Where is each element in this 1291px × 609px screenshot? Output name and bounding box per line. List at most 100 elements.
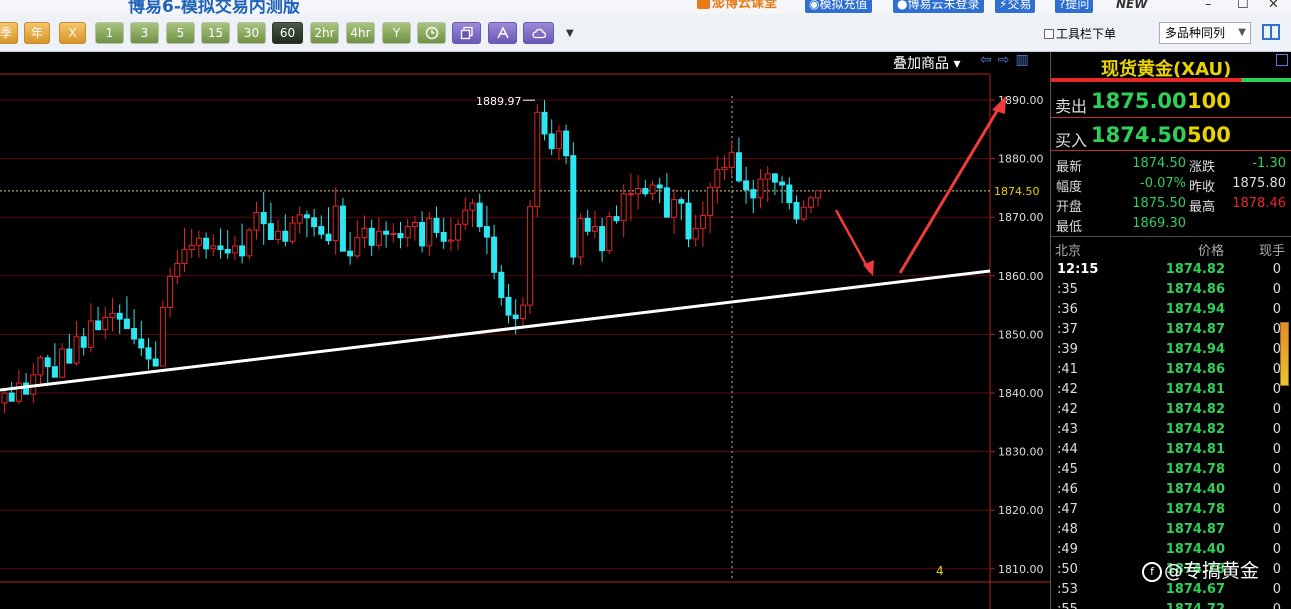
period-5-button[interactable]: 5 [166, 22, 195, 44]
chart-canvas[interactable]: 1810.00 1820.00 1830.00 1840.00 1850.00 1860.… [0, 52, 1050, 609]
candle-up [635, 187, 642, 195]
chart-nav: ⇦ ⇨ ▥ [980, 52, 1035, 68]
layout-select[interactable]: 多品种同列 ▼ [1159, 22, 1251, 44]
period-4hr-button[interactable]: 4hr [346, 22, 375, 44]
open-label: 开盘 [1056, 200, 1083, 215]
tick-price: 1874.86 [1165, 282, 1225, 297]
maximize-button[interactable]: ☐ [1237, 0, 1249, 12]
candle-up [375, 230, 382, 246]
candle-down [663, 187, 670, 218]
tick-price: 1874.78 [1165, 502, 1225, 517]
candle-down [541, 111, 548, 135]
more-tools-dropdown[interactable]: ▼ [566, 28, 574, 39]
cloud-sync-button[interactable] [523, 22, 554, 44]
period-season-button[interactable]: 季 [0, 22, 18, 44]
candle-down [66, 348, 73, 364]
user-icon: ● [897, 0, 908, 11]
candle-up [577, 217, 584, 258]
tick-volume: 0 [1272, 262, 1281, 277]
period-60-button[interactable]: 60 [272, 22, 303, 44]
buy-row[interactable]: 买入 1874.50 500 [1051, 121, 1291, 153]
candle-down [613, 216, 620, 222]
tick-price: 1874.82 [1165, 402, 1225, 417]
change-value: -1.30 [1252, 156, 1286, 171]
y-tick-label: 1830.00 [998, 446, 1044, 459]
candle-down [476, 202, 483, 228]
period-30-button[interactable]: 30 [237, 22, 266, 44]
copy-window-button[interactable] [452, 22, 481, 44]
candle-up [714, 169, 721, 188]
panel-layout-icon[interactable] [1262, 24, 1280, 40]
candle-down [368, 227, 375, 246]
candle-up [426, 217, 433, 247]
divider [1051, 150, 1291, 151]
tick-row: :48 1874.87 0 [1051, 522, 1281, 542]
clock-button[interactable] [417, 22, 446, 44]
y-tick-label: 1850.00 [998, 328, 1044, 341]
candle-up [102, 316, 109, 331]
ticks-header: 北京 价格 现手 [1051, 240, 1291, 259]
period-year-button[interactable]: 年 [24, 22, 50, 44]
course-link-label: 澎博云课堂 [712, 0, 778, 11]
close-button[interactable]: ✕ [1268, 0, 1279, 12]
candle-down [131, 328, 138, 340]
recharge-button[interactable]: ◉模拟充值 [805, 0, 872, 13]
ticks-time-header: 北京 [1055, 244, 1082, 259]
tick-volume: 0 [1272, 542, 1281, 557]
toolbar-order-checkbox[interactable]: 工具栏下单 [1044, 25, 1116, 42]
cloud-login-button[interactable]: ●博易云未登录 [893, 0, 984, 13]
candle-up [671, 199, 678, 218]
tick-price: 1874.94 [1165, 302, 1225, 317]
range-value: -0.07% [1140, 176, 1186, 191]
candle-up [188, 244, 195, 250]
candle-down [239, 245, 246, 257]
overlay-commodity-button[interactable]: 叠加商品 ▾ [893, 53, 960, 73]
course-link[interactable]: 澎博云课堂 [697, 0, 777, 13]
candle-up [1, 392, 8, 404]
tick-price: 1874.94 [1165, 342, 1225, 357]
tick-row: :36 1874.94 0 [1051, 302, 1281, 322]
tick-time: :55 [1057, 602, 1078, 609]
period-15-button[interactable]: 15 [201, 22, 230, 44]
candle-up [807, 197, 814, 208]
tick-price: 1874.81 [1165, 382, 1225, 397]
trade-button[interactable]: ⚡交易 [995, 0, 1036, 13]
candle-up [606, 216, 613, 252]
candle-down [786, 184, 793, 204]
window-title: 博易6-模拟交易内测版 [128, 0, 300, 14]
tick-price: 1874.82 [1165, 262, 1225, 277]
prev-close-value: 1875.80 [1232, 176, 1286, 191]
draw-tool-icon [496, 26, 509, 39]
period-x-button[interactable]: X [59, 22, 86, 44]
candle-up [159, 306, 166, 367]
candle-down [51, 366, 58, 378]
tick-time: :47 [1057, 502, 1078, 517]
candlestick-chart[interactable]: 1810.00 1820.00 1830.00 1840.00 1850.00 1860.… [0, 52, 1050, 609]
tick-row: :43 1874.82 0 [1051, 422, 1281, 442]
tick-row: 12:15 1874.82 0 [1051, 262, 1281, 282]
scroll-right-icon[interactable]: ⇨ [998, 52, 1010, 68]
maximize-panel-icon[interactable] [1276, 54, 1288, 66]
period-1-button[interactable]: 1 [95, 22, 124, 44]
scroll-left-icon[interactable]: ⇦ [980, 52, 992, 68]
period-y-button[interactable]: Y [382, 22, 411, 44]
y-tick-label: 1820.00 [998, 504, 1044, 517]
candle-down [80, 336, 87, 348]
period-3-button[interactable]: 3 [130, 22, 159, 44]
ticks-scrollbar[interactable] [1280, 322, 1289, 386]
sell-row[interactable]: 卖出 1875.00 100 [1051, 87, 1291, 119]
chart-layout-icon[interactable]: ▥ [1015, 52, 1028, 68]
tick-time: 12:15 [1057, 262, 1099, 277]
minimize-button[interactable]: – [1205, 0, 1212, 12]
recharge-label: 模拟充值 [819, 0, 868, 11]
divider [1051, 236, 1291, 237]
candle-down [505, 296, 512, 316]
ask-button[interactable]: ?提问 [1055, 0, 1094, 13]
low-label: 最低 [1056, 220, 1083, 235]
period-2hr-button[interactable]: 2hr [310, 22, 339, 44]
tick-time: :49 [1057, 542, 1078, 557]
tick-row: :53 1874.67 0 [1051, 582, 1281, 602]
candle-up [800, 206, 807, 220]
tick-price: 1874.40 [1165, 542, 1225, 557]
drawing-tools-button[interactable] [488, 22, 517, 44]
